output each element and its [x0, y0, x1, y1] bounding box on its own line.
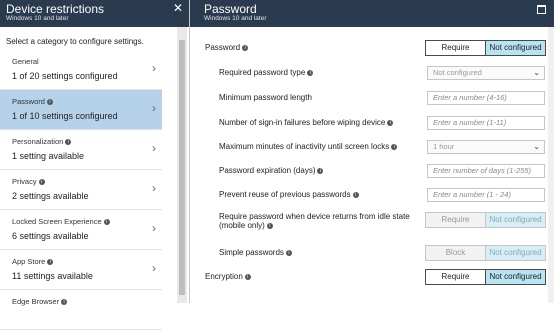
info-icon[interactable]: i	[266, 222, 273, 229]
category-desc: 1 of 10 settings configured	[12, 111, 118, 121]
category-name: Personalization	[12, 137, 64, 146]
blade-header: Device restrictions Windows 10 and later…	[0, 0, 189, 27]
category-privacy[interactable]: Privacy i 2 settings available ›	[0, 170, 162, 210]
simple-passwords-toggle[interactable]: Block Not configured	[425, 245, 546, 261]
app-root: Device restrictions Windows 10 and later…	[0, 0, 554, 330]
blade-title: Device restrictions	[6, 2, 105, 16]
require-option[interactable]: Require	[426, 213, 485, 227]
category-desc: 1 of 20 settings configured	[12, 71, 118, 81]
category-edge-browser[interactable]: Edge Browser i	[0, 290, 162, 330]
chevron-right-icon: ›	[152, 261, 156, 275]
not-configured-option[interactable]: Not configured	[485, 41, 545, 55]
expiration-label: Password expiration (days) i	[219, 166, 324, 175]
info-icon[interactable]: i	[387, 119, 394, 126]
category-name: General	[12, 57, 39, 66]
close-icon[interactable]: ✕	[173, 1, 183, 15]
reuse-input[interactable]: Enter a number (1 - 24)	[427, 188, 545, 202]
info-icon[interactable]: i	[65, 139, 72, 146]
min-length-input[interactable]: Enter a number (4-16)	[427, 91, 545, 105]
password-toggle[interactable]: Require Not configured	[425, 40, 546, 56]
chevron-right-icon: ›	[152, 181, 156, 195]
require-option[interactable]: Require	[426, 270, 485, 284]
category-general[interactable]: General 1 of 20 settings configured ›	[0, 50, 162, 90]
info-icon[interactable]: i	[317, 167, 324, 174]
required-type-dropdown[interactable]: Not configured ⌄	[427, 66, 545, 80]
block-option[interactable]: Block	[426, 246, 485, 260]
chevron-down-icon: ⌄	[533, 142, 540, 151]
not-configured-option[interactable]: Not configured	[485, 270, 545, 284]
not-configured-option[interactable]: Not configured	[485, 213, 545, 227]
reuse-label: Prevent reuse of previous passwords i	[219, 190, 359, 199]
category-desc: 6 settings available	[12, 231, 89, 241]
password-row-label: Password i	[205, 43, 249, 52]
require-option[interactable]: Require	[426, 41, 485, 55]
chevron-right-icon: ›	[152, 141, 156, 155]
info-icon[interactable]: i	[352, 191, 359, 198]
info-icon[interactable]: i	[242, 44, 249, 51]
signin-failures-label: Number of sign-in failures before wiping…	[219, 118, 394, 127]
idle-label: Require password when device returns fro…	[219, 212, 410, 230]
maximize-icon[interactable]	[537, 5, 546, 14]
password-blade: Password Windows 10 and later Password i …	[190, 0, 554, 303]
blade-title: Password	[204, 2, 257, 16]
info-icon[interactable]: i	[244, 273, 251, 280]
scrollbar-thumb[interactable]	[179, 40, 185, 295]
signin-failures-input[interactable]: Enter a number (1-11)	[427, 116, 545, 130]
info-icon[interactable]: i	[103, 219, 110, 226]
info-icon[interactable]: i	[61, 299, 68, 306]
category-password[interactable]: Password i 1 of 10 settings configured ›	[0, 90, 162, 130]
chevron-right-icon: ›	[152, 101, 156, 115]
category-name: Locked Screen Experience	[12, 217, 102, 226]
category-list: General 1 of 20 settings configured › Pa…	[0, 50, 162, 330]
info-icon[interactable]: i	[46, 99, 53, 106]
chevron-right-icon: ›	[152, 221, 156, 235]
category-name: App Store	[12, 257, 46, 266]
idle-toggle[interactable]: Require Not configured	[425, 212, 546, 228]
category-name: Privacy	[12, 177, 37, 186]
inactivity-label: Maximum minutes of inactivity until scre…	[219, 142, 398, 151]
simple-passwords-label: Simple passwords i	[219, 248, 292, 257]
info-icon[interactable]: i	[285, 249, 292, 256]
info-icon[interactable]: i	[391, 143, 398, 150]
category-desc: 1 setting available	[12, 151, 85, 161]
blade-subtitle: Windows 10 and later	[6, 15, 69, 22]
expiration-input[interactable]: Enter number of days (1-255)	[427, 164, 545, 178]
encryption-label: Encryption i	[205, 272, 251, 281]
required-type-label: Required password type i	[219, 68, 314, 77]
category-personalization[interactable]: Personalization i 1 setting available ›	[0, 130, 162, 170]
category-desc: 11 settings available	[12, 271, 93, 281]
encryption-toggle[interactable]: Require Not configured	[425, 269, 546, 285]
category-instruction: Select a category to configure settings.	[6, 37, 144, 46]
blade-header: Password Windows 10 and later	[190, 0, 554, 27]
inactivity-dropdown[interactable]: 1 hour ⌄	[427, 140, 545, 154]
category-app-store[interactable]: App Store i 11 settings available ›	[0, 250, 162, 290]
category-name: Password	[12, 97, 45, 106]
info-icon[interactable]: i	[307, 69, 314, 76]
category-desc: 2 settings available	[12, 191, 89, 201]
info-icon[interactable]: i	[47, 259, 54, 266]
category-name: Edge Browser	[12, 297, 60, 306]
device-restrictions-blade: Device restrictions Windows 10 and later…	[0, 0, 190, 330]
info-icon[interactable]: i	[38, 179, 45, 186]
blade-subtitle: Windows 10 and later	[204, 15, 267, 22]
scrollbar-track[interactable]	[548, 27, 554, 303]
category-locked-screen[interactable]: Locked Screen Experience i 6 settings ava…	[0, 210, 162, 250]
min-length-label: Minimum password length	[219, 93, 312, 102]
chevron-down-icon: ⌄	[533, 68, 540, 77]
not-configured-option[interactable]: Not configured	[485, 246, 545, 260]
chevron-right-icon: ›	[152, 61, 156, 75]
